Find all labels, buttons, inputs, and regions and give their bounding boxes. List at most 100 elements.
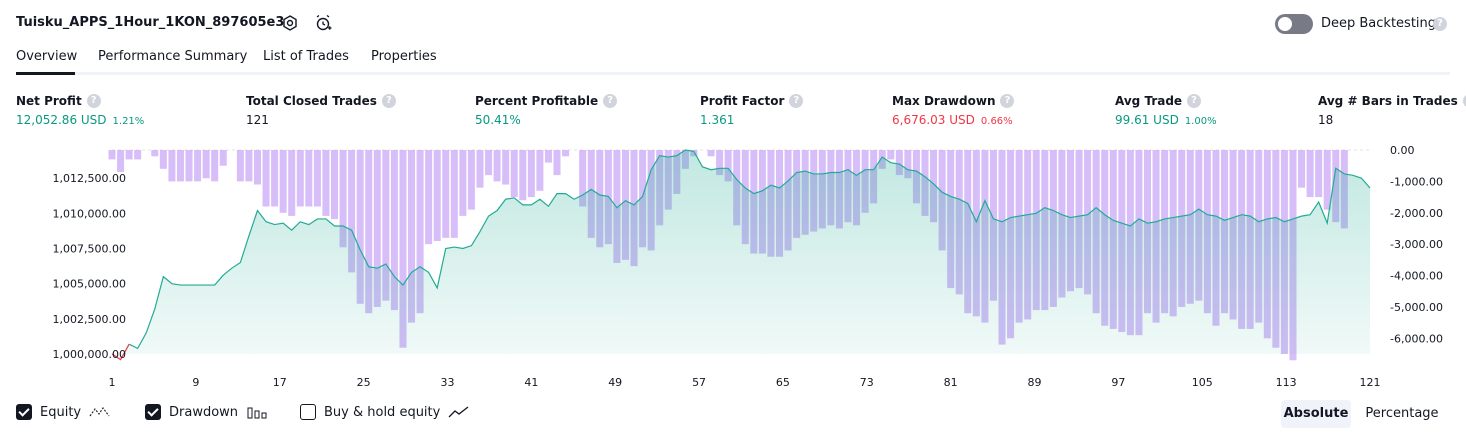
drawdown-bar xyxy=(108,150,116,160)
drawdown-bar xyxy=(442,150,450,238)
drawdown-bar xyxy=(288,150,296,216)
metric-label: Total Closed Trades xyxy=(246,94,377,108)
x-axis-tick-label: 65 xyxy=(776,376,790,389)
help-icon[interactable]: ? xyxy=(1000,94,1015,108)
x-axis-tick-label: 121 xyxy=(1360,376,1381,389)
drawdown-bar xyxy=(185,150,193,182)
left-axis-tick-label: 1,010,000.00 xyxy=(53,207,126,220)
help-icon[interactable]: ? xyxy=(381,94,396,108)
x-axis-tick-label: 97 xyxy=(1111,376,1125,389)
metric-percent-profitable: Percent Profitable? 50.41% xyxy=(475,94,618,127)
x-axis-tick-label: 81 xyxy=(944,376,958,389)
drawdown-bar xyxy=(544,150,552,163)
deep-backtesting-label: Deep Backtesting xyxy=(1321,16,1437,31)
metric-value: 99.61 USD xyxy=(1115,113,1179,127)
x-axis-tick-label: 89 xyxy=(1028,376,1042,389)
help-icon[interactable]: ? xyxy=(789,94,804,108)
buy-hold-checkbox[interactable] xyxy=(300,404,316,420)
drawdown-bar xyxy=(519,150,527,201)
drawdown-bar xyxy=(151,150,159,157)
left-axis-tick-label: 1,000,000.00 xyxy=(53,348,126,361)
metric-value: 6,676.03 USD xyxy=(892,113,975,127)
drawdown-bar xyxy=(134,150,142,160)
drawdown-bar xyxy=(236,150,244,182)
equity-line-icon xyxy=(89,407,110,417)
x-axis-tick-label: 33 xyxy=(440,376,454,389)
equity-checkbox[interactable] xyxy=(16,404,32,420)
tab-performance-summary[interactable]: Performance Summary xyxy=(98,49,247,64)
metric-label: Max Drawdown xyxy=(892,94,996,108)
alarm-plus-icon[interactable] xyxy=(313,13,333,33)
x-axis-tick-label: 113 xyxy=(1276,376,1297,389)
metric-label: Percent Profitable xyxy=(475,94,599,108)
metric-max-drawdown: Max Drawdown? 6,676.03 USD 0.66% xyxy=(892,94,1015,127)
drawdown-bar xyxy=(202,150,210,179)
equity-drawdown-chart[interactable]: 1,000,000.00 1,002,500.00 1,005,000.00 1,00… xyxy=(0,140,1466,395)
settings-icon[interactable] xyxy=(280,13,300,33)
help-icon[interactable]: ? xyxy=(1187,94,1202,108)
left-axis-tick-label: 1,002,500.00 xyxy=(53,313,126,326)
x-axis-tick-label: 41 xyxy=(524,376,538,389)
drawdown-bar xyxy=(322,150,330,216)
metric-value: 12,052.86 USD xyxy=(16,113,107,127)
drawdown-bar xyxy=(1323,150,1331,210)
drawdown-bar xyxy=(176,150,184,182)
drawdown-bar xyxy=(253,150,261,185)
drawdown-bar xyxy=(536,150,544,191)
metric-percent: 0.66% xyxy=(980,116,1013,127)
x-axis-tick-label: 105 xyxy=(1192,376,1213,389)
drawdown-bar xyxy=(125,150,133,160)
buy-hold-line-icon xyxy=(448,406,469,418)
help-icon[interactable]: ? xyxy=(1433,17,1447,31)
drawdown-bar xyxy=(262,150,270,207)
legend-buy-hold-equity[interactable]: Buy & hold equity xyxy=(300,404,470,420)
legend-label: Equity xyxy=(40,404,82,420)
x-axis-tick-label: 73 xyxy=(860,376,874,389)
legend-drawdown[interactable]: Drawdown xyxy=(145,404,268,420)
drawdown-bar xyxy=(313,150,321,207)
drawdown-bar xyxy=(296,150,304,207)
drawdown-bar xyxy=(425,150,433,245)
drawdown-bar xyxy=(279,150,287,213)
right-axis-tick-label: -6,000.00 xyxy=(1390,332,1443,345)
percentage-button[interactable]: Percentage xyxy=(1357,400,1447,428)
drawdown-bar xyxy=(459,150,467,216)
drawdown-bar xyxy=(330,150,339,220)
drawdown-bar xyxy=(553,150,561,176)
x-axis-tick-label: 17 xyxy=(273,376,287,389)
drawdown-checkbox[interactable] xyxy=(145,404,161,420)
right-axis-tick-label: -5,000.00 xyxy=(1390,301,1443,314)
tab-list-of-trades[interactable]: List of Trades xyxy=(263,49,349,64)
metric-profit-factor: Profit Factor? 1.361 xyxy=(700,94,804,127)
drawdown-bar xyxy=(485,150,493,176)
drawdown-bar xyxy=(493,150,501,182)
left-axis-tick-label: 1,005,000.00 xyxy=(53,278,126,291)
right-axis-tick-label: -2,000.00 xyxy=(1390,207,1443,220)
help-icon[interactable]: ? xyxy=(603,94,618,108)
drawdown-bar xyxy=(476,150,484,188)
drawdown-bar xyxy=(245,150,253,182)
drawdown-bar xyxy=(271,150,279,207)
metric-avg-trade: Avg Trade? 99.61 USD 1.00% xyxy=(1115,94,1217,127)
drawdown-bar xyxy=(1315,150,1323,198)
deep-backtesting-toggle[interactable] xyxy=(1275,14,1313,34)
drawdown-bar xyxy=(707,150,715,157)
left-axis-tick-label: 1,012,500.00 xyxy=(53,172,126,185)
strategy-title: Tuisku_APPS_1Hour_1KON_897605e3 xyxy=(16,15,285,30)
legend-equity[interactable]: Equity xyxy=(16,404,111,420)
tab-properties[interactable]: Properties xyxy=(371,49,437,64)
x-axis-tick-label: 49 xyxy=(608,376,622,389)
drawdown-bars-icon xyxy=(247,407,267,419)
metric-label: Avg Trade xyxy=(1115,94,1183,108)
x-axis-tick-label: 9 xyxy=(192,376,199,389)
metric-avg-bars-in-trades: Avg # Bars in Trades? 18 xyxy=(1318,94,1466,127)
drawdown-bar xyxy=(467,150,475,210)
help-icon[interactable]: ? xyxy=(86,94,101,108)
toggle-knob xyxy=(1278,17,1292,31)
metric-value: 1.361 xyxy=(700,113,735,127)
metric-label: Net Profit xyxy=(16,94,82,108)
right-axis-tick-label: -1,000.00 xyxy=(1390,175,1443,188)
absolute-button[interactable]: Absolute xyxy=(1281,400,1351,428)
x-axis-tick-label: 1 xyxy=(109,376,116,389)
tab-overview[interactable]: Overview xyxy=(16,49,77,64)
